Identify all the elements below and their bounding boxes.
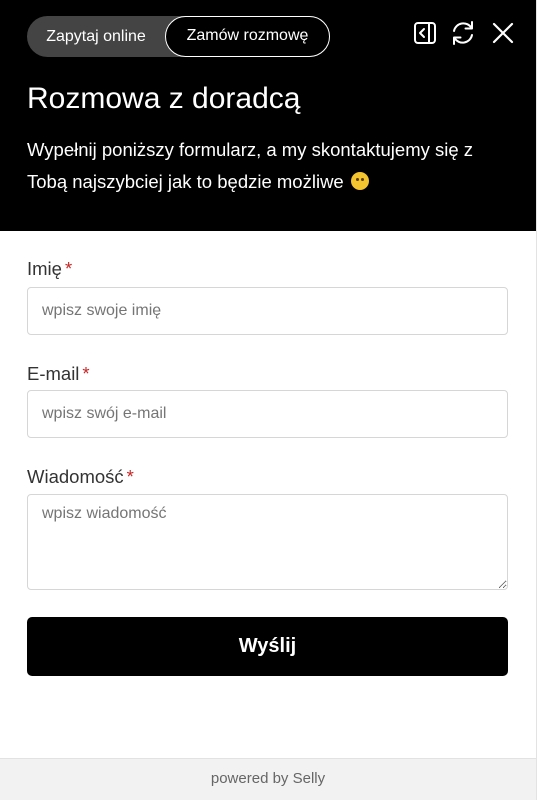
subtitle-text: Wypełnij poniższy formularz, a my skonta… — [27, 139, 474, 192]
email-label-text: E-mail — [27, 363, 80, 384]
email-input[interactable] — [27, 390, 508, 438]
mode-tabs: Zapytaj online Zamów rozmowę — [27, 16, 330, 57]
required-mark: * — [64, 258, 73, 279]
name-label: Imię * — [27, 258, 72, 280]
footer: powered by Selly — [0, 758, 536, 800]
name-input[interactable] — [27, 287, 508, 335]
page-title: Rozmowa z doradcą — [27, 82, 301, 115]
powered-by-text[interactable]: powered by Selly — [211, 770, 325, 787]
close-icon[interactable] — [488, 18, 518, 48]
collapse-panel-icon[interactable] — [410, 18, 440, 48]
tab-ask-online[interactable]: Zapytaj online — [27, 16, 165, 57]
widget-header: Zapytaj online Zamów rozmowę Rozmowa z d… — [0, 0, 536, 231]
smile-emoji-icon — [350, 172, 369, 190]
name-label-text: Imię — [27, 258, 62, 279]
message-label: Wiadomość * — [27, 466, 134, 488]
message-textarea[interactable] — [27, 494, 508, 590]
submit-button[interactable]: Wyślij — [27, 617, 508, 676]
required-mark: * — [126, 466, 134, 487]
message-label-text: Wiadomość — [27, 466, 124, 487]
required-mark: * — [82, 363, 90, 384]
refresh-icon[interactable] — [448, 18, 478, 48]
page-subtitle: Wypełnij poniższy formularz, a my skonta… — [27, 134, 507, 198]
email-label: E-mail * — [27, 363, 90, 385]
tab-order-call[interactable]: Zamów rozmowę — [165, 16, 330, 57]
chat-widget: Zapytaj online Zamów rozmowę Rozmowa z d… — [0, 0, 537, 800]
